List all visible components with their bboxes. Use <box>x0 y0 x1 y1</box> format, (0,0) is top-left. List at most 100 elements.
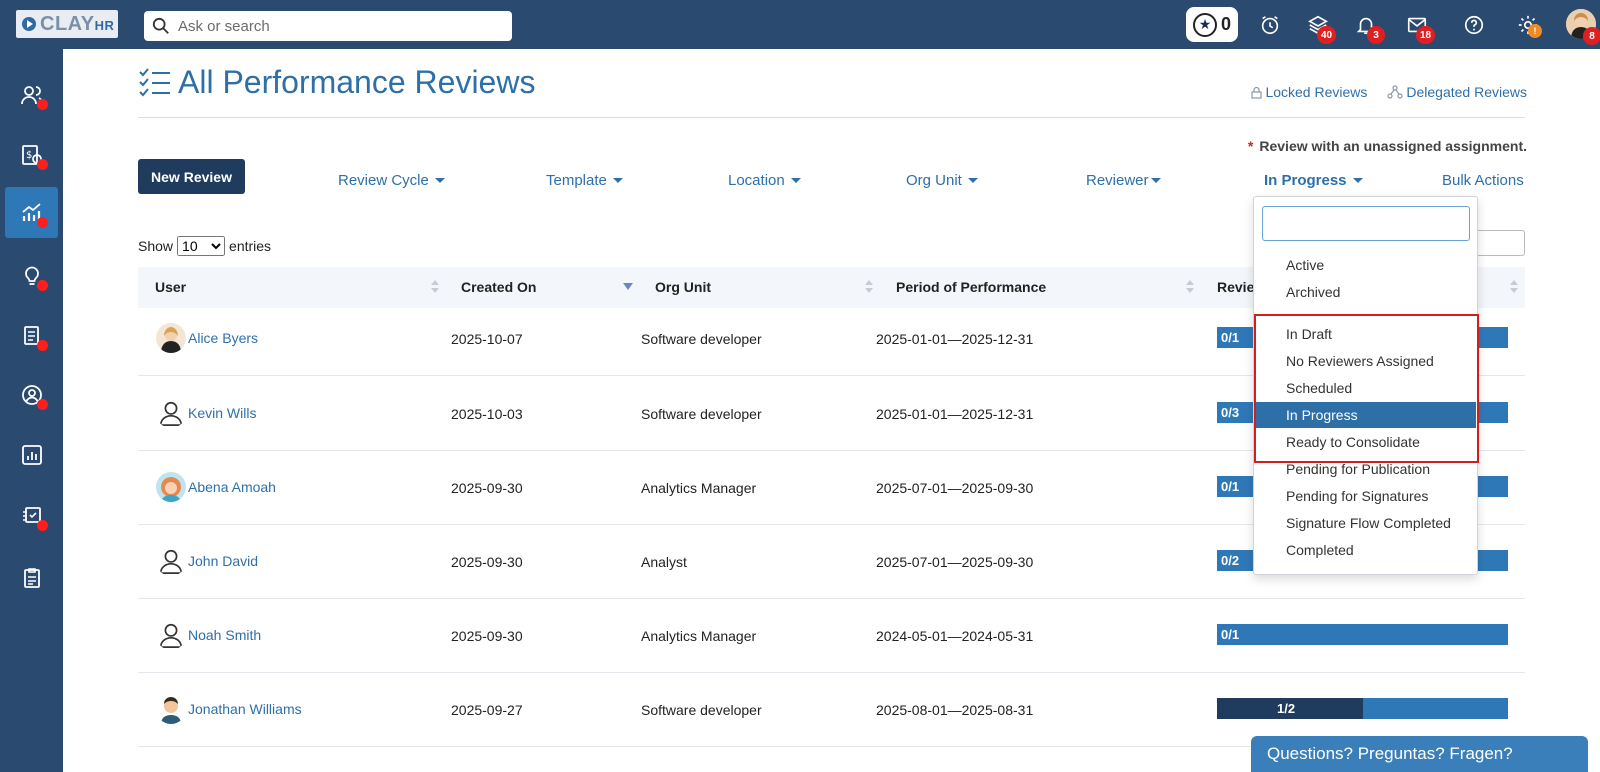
period-cell: 2025-01-01—2025-12-31 <box>876 331 1034 347</box>
template-filter[interactable]: Template <box>546 172 623 189</box>
user-avatar <box>156 694 186 724</box>
column-created-on[interactable]: Created On <box>461 279 536 295</box>
column-user[interactable]: User <box>155 279 186 295</box>
top-bar: CLAYHR ★ 0 40 3 18 ! 8 <box>0 0 1600 49</box>
chevron-down-icon <box>1352 178 1363 183</box>
status-option[interactable]: Pending for Signatures <box>1255 483 1476 509</box>
sidebar-item-profile[interactable] <box>5 369 58 420</box>
sort-icon[interactable] <box>865 279 873 295</box>
sort-icon[interactable] <box>431 279 439 295</box>
sidebar-dot <box>37 520 48 531</box>
status-option[interactable]: Active <box>1255 252 1476 278</box>
entries-select[interactable]: 10 <box>177 236 226 256</box>
status-filter[interactable]: In Progress <box>1264 172 1363 189</box>
new-review-button[interactable]: New Review <box>138 159 245 194</box>
location-filter[interactable]: Location <box>728 172 801 189</box>
reviewer-filter[interactable]: Reviewer <box>1086 172 1161 189</box>
period-cell: 2024-05-01—2024-05-31 <box>876 628 1034 644</box>
help-chat-tab[interactable]: Questions? Preguntas? Fragen? <box>1251 736 1588 772</box>
org-unit-cell: Software developer <box>641 702 762 718</box>
review-progress-bar[interactable]: 0/1 <box>1217 624 1508 645</box>
created-on-cell: 2025-09-30 <box>451 628 523 644</box>
search-icon <box>152 17 169 34</box>
sidebar-item-training[interactable] <box>5 490 58 541</box>
svg-text:$: $ <box>26 150 32 161</box>
user-name-link[interactable]: Alice Byers <box>188 330 258 346</box>
user-name-link[interactable]: Abena Amoah <box>188 479 276 495</box>
delegate-icon <box>1387 85 1403 99</box>
status-option[interactable]: Signature Flow Completed <box>1255 510 1476 536</box>
avatar-badge: 8 <box>1583 27 1600 45</box>
alarm-clock-icon[interactable] <box>1257 12 1283 38</box>
star-icon: ★ <box>1192 12 1217 37</box>
table-search-input[interactable] <box>1470 230 1525 256</box>
sidebar-item-checklist[interactable] <box>5 552 58 603</box>
checklist-title-icon <box>139 67 170 96</box>
period-cell: 2025-01-01—2025-12-31 <box>876 406 1034 422</box>
layers-icon[interactable]: 40 <box>1305 12 1337 44</box>
unassigned-note: * Review with an unassigned assignment. <box>1247 138 1527 154</box>
status-option[interactable]: Archived <box>1255 279 1476 305</box>
progress-label: 0/1 <box>1221 330 1240 345</box>
column-period[interactable]: Period of Performance <box>896 279 1046 295</box>
period-cell: 2025-08-01—2025-08-31 <box>876 702 1034 718</box>
sort-icon[interactable] <box>1186 279 1194 295</box>
gear-icon[interactable]: ! <box>1515 12 1542 38</box>
sidebar-item-people[interactable] <box>5 69 58 120</box>
user-name-link[interactable]: John David <box>188 553 258 569</box>
mail-icon[interactable]: 18 <box>1404 12 1436 44</box>
sidebar-item-performance[interactable] <box>5 187 58 238</box>
sort-desc-icon[interactable] <box>623 283 633 290</box>
chevron-down-icon <box>790 178 801 183</box>
sidebar-dot <box>37 99 48 110</box>
delegated-reviews-link[interactable]: Delegated Reviews <box>1387 84 1527 100</box>
bell-icon[interactable]: 3 <box>1353 12 1385 44</box>
user-avatar <box>156 398 186 428</box>
user-name-link[interactable]: Noah Smith <box>188 627 261 643</box>
table-row[interactable]: Noah Smith 2025-09-30 Analytics Manager 202… <box>138 598 1525 673</box>
user-name-link[interactable]: Jonathan Williams <box>188 701 302 717</box>
sort-icon[interactable] <box>1510 279 1518 295</box>
locked-reviews-link[interactable]: Locked Reviews <box>1251 84 1367 100</box>
points-button[interactable]: ★ 0 <box>1186 7 1238 42</box>
column-review[interactable]: Revie <box>1217 279 1254 295</box>
page-header: All Performance Reviews <box>138 64 535 101</box>
progress-label: 0/1 <box>1221 479 1240 494</box>
org-unit-cell: Software developer <box>641 331 762 347</box>
layers-badge: 40 <box>1317 26 1337 44</box>
status-option[interactable]: Completed <box>1255 537 1476 563</box>
logo-text: CLAYHR <box>40 12 115 35</box>
review-cycle-filter[interactable]: Review Cycle <box>338 172 445 189</box>
sidebar-dot <box>37 340 48 351</box>
status-search-input[interactable] <box>1262 206 1470 241</box>
user-avatar <box>156 472 186 502</box>
search-input[interactable] <box>178 17 498 35</box>
sidebar-item-reports[interactable] <box>5 429 58 480</box>
sidebar-dot <box>37 280 48 291</box>
sidebar-dot <box>37 217 48 228</box>
sidebar-item-ideas[interactable] <box>5 250 58 301</box>
progress-label: 1/2 <box>1277 701 1296 716</box>
help-icon[interactable] <box>1461 12 1487 38</box>
progress-label: 0/3 <box>1221 405 1240 420</box>
header-divider <box>138 117 1525 118</box>
org-unit-cell: Software developer <box>641 406 762 422</box>
global-search[interactable] <box>144 11 512 41</box>
reports-icon <box>21 444 42 465</box>
page-title: All Performance Reviews <box>178 64 536 100</box>
column-org-unit[interactable]: Org Unit <box>655 279 711 295</box>
sidebar: $ <box>0 49 63 772</box>
review-progress-bar[interactable]: 1/2 <box>1217 698 1508 719</box>
user-name-link[interactable]: Kevin Wills <box>188 405 256 421</box>
sidebar-item-documents[interactable] <box>5 310 58 361</box>
period-cell: 2025-07-01—2025-09-30 <box>876 480 1034 496</box>
created-on-cell: 2025-09-30 <box>451 480 523 496</box>
checklist-icon <box>23 567 40 588</box>
sidebar-item-payroll[interactable]: $ <box>5 129 58 180</box>
org-unit-filter[interactable]: Org Unit <box>906 172 978 189</box>
org-unit-cell: Analytics Manager <box>641 480 757 496</box>
bulk-actions-button[interactable]: Bulk Actions <box>1442 172 1524 189</box>
clayhr-logo[interactable]: CLAYHR <box>16 10 118 38</box>
highlight-box <box>1254 314 1479 463</box>
sidebar-dot <box>37 399 48 410</box>
